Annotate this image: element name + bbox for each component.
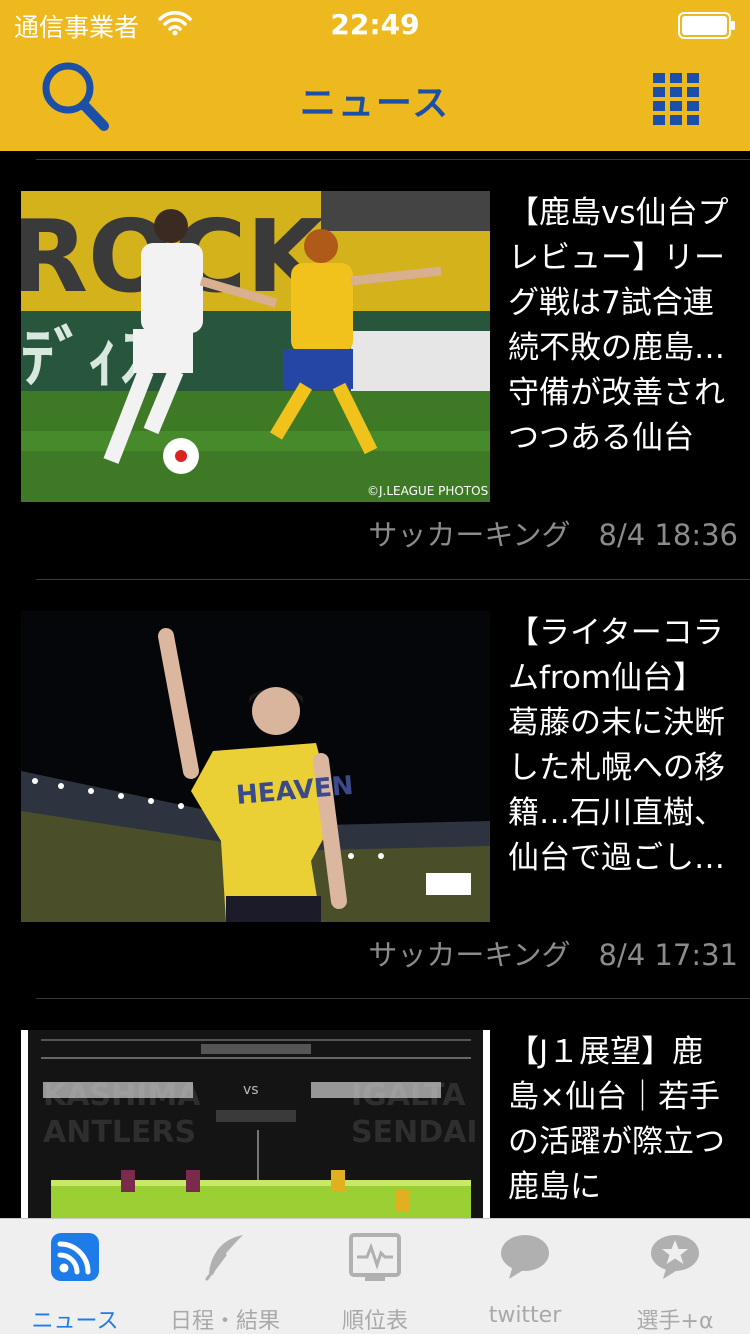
news-date: 8/4 17:31 [598,938,738,972]
page-title: ニュース [299,83,451,124]
news-headline: 【J１展望】鹿島×仙台｜若手の活躍が際立つ鹿島に [508,1034,725,1205]
news-meta: サッカーキング 8/4 17:31 [368,932,738,974]
battery-icon [678,12,735,39]
tab-label: 日程・結果 [169,1309,280,1334]
news-meta: サッカーキング 8/4 18:36 [368,512,738,554]
feather-icon [205,1235,243,1281]
rss-icon [51,1233,99,1281]
tab-standings[interactable]: 順位表 [300,1219,450,1334]
nav-header: 通信事業者 22:49 ニュース [0,0,750,151]
svg-text:SENDAI: SENDAI [351,1115,478,1150]
photo-credit: ©J.LEAGUE PHOTOS [367,484,489,498]
tab-schedule[interactable]: 日程・結果 [150,1219,300,1334]
news-item[interactable]: ROCK ﾃﾞｨｽﾞ 【鹿島vs仙台プレビュー】リーグ戦は7試合連続不敗の鹿 [0,191,750,571]
svg-text:ANTLERS: ANTLERS [43,1115,196,1150]
star-bubble-icon [651,1235,699,1279]
tab-label: 選手+α [636,1309,714,1334]
news-thumbnail[interactable]: KASHIMA ANTLERS IGALTA SENDAI vs [21,1030,490,1218]
svg-text:vs: vs [243,1082,259,1098]
news-list: ROCK ﾃﾞｨｽﾞ 【鹿島vs仙台プレビュー】リーグ戦は7試合連続不敗の鹿 [0,151,750,1218]
news-item[interactable]: HEAVEN 【ライターコラムfrom仙台】葛藤の末に決断した札幌への移籍…石川… [0,611,750,991]
tab-label: 順位表 [341,1309,408,1334]
news-source: サッカーキング [368,518,571,552]
status-bar: 通信事業者 22:49 [0,0,750,52]
news-date: 8/4 18:36 [598,518,738,552]
news-item[interactable]: KASHIMA ANTLERS IGALTA SENDAI vs 【J１展望】鹿… [0,1030,750,1218]
chart-icon [349,1233,401,1281]
grid-menu-button[interactable] [653,73,701,125]
news-source: サッカーキング [368,938,571,972]
news-thumbnail[interactable]: ROCK ﾃﾞｨｽﾞ [21,191,490,502]
list-separator [36,159,750,160]
tab-label: ニュース [31,1309,119,1334]
tab-news[interactable]: ニュース [0,1219,150,1334]
status-time: 22:49 [330,8,420,41]
list-separator [36,579,750,580]
news-headline: 【鹿島vs仙台プレビュー】リーグ戦は7試合連続不敗の鹿島…守備が改善されつつある… [508,195,729,456]
tab-twitter[interactable]: twitter [450,1219,600,1334]
tab-players[interactable]: 選手+α [600,1219,750,1334]
news-headline: 【ライターコラムfrom仙台】葛藤の末に決断した札幌への移籍…石川直樹、仙台で過… [508,615,725,876]
news-thumbnail[interactable]: HEAVEN [21,611,490,922]
speech-bubble-icon [501,1235,549,1279]
list-separator [36,998,750,999]
tab-label: twitter [488,1303,562,1328]
tab-bar: ニュース 日程・結果 順位表 twitter 選手+α [0,1218,750,1334]
